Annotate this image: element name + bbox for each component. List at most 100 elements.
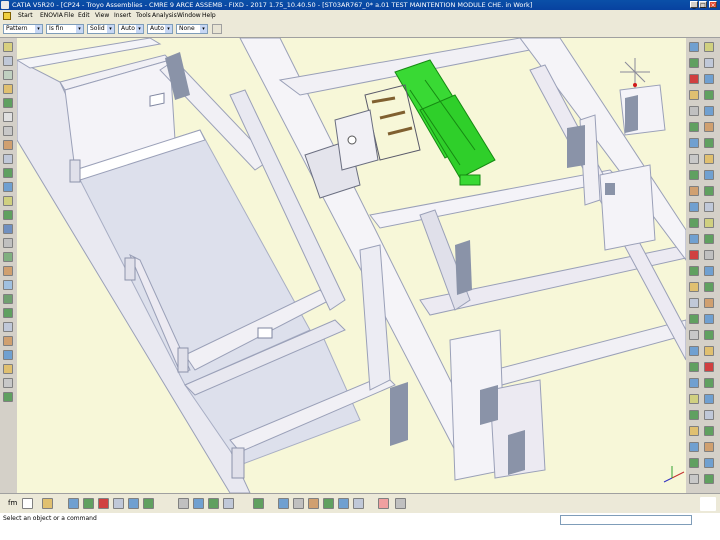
tool-icon[interactable] [3,98,13,108]
tool-icon[interactable] [704,234,714,244]
document-icon[interactable] [3,12,11,20]
close-button[interactable]: × [709,1,717,9]
tool-icon[interactable] [689,154,699,164]
tool-icon[interactable] [689,474,699,484]
tool-icon[interactable] [3,224,13,234]
tool-icon[interactable] [3,280,13,290]
format-painter-icon[interactable] [212,24,222,34]
view-icon[interactable] [278,498,289,509]
tool-icon[interactable] [704,74,714,84]
maximize-button[interactable]: □ [699,1,707,9]
tool-icon[interactable] [704,218,714,228]
tool-icon[interactable] [689,314,699,324]
tool-icon[interactable] [143,498,154,509]
menu-enovia[interactable]: ENOVIA [40,12,63,19]
tool-icon[interactable] [689,74,699,84]
catia-app-icon[interactable] [1,1,9,9]
tool-icon[interactable] [704,410,714,420]
tool-icon[interactable] [68,498,79,509]
tool-icon[interactable] [3,42,13,52]
pattern-combo[interactable]: Pattern ▾ [3,24,43,34]
pointer-icon[interactable] [22,498,33,509]
tool-icon[interactable] [704,42,714,52]
swap-space-icon[interactable] [338,498,349,509]
tool-icon[interactable] [3,308,13,318]
hide-show-icon[interactable] [323,498,334,509]
tool-icon[interactable] [704,122,714,132]
tool-icon[interactable] [689,282,699,292]
menu-insert[interactable]: Insert [114,12,131,19]
tool-icon[interactable] [689,346,699,356]
tool-icon[interactable] [704,250,714,260]
thickness-combo[interactable]: Auto ▾ [118,24,144,34]
tool-icon[interactable] [689,362,699,372]
compass-icon[interactable] [620,58,650,88]
tool-icon[interactable] [3,182,13,192]
tool-icon[interactable] [83,498,94,509]
menu-start[interactable]: Start [18,12,33,19]
tool-icon[interactable] [98,498,109,509]
tool-icon[interactable] [3,154,13,164]
tool-icon[interactable] [3,126,13,136]
tool-icon[interactable] [704,58,714,68]
tool-icon[interactable] [704,138,714,148]
tool-icon[interactable] [689,218,699,228]
tool-icon[interactable] [689,202,699,212]
tool-icon[interactable] [3,112,13,122]
tool-icon[interactable] [113,498,124,509]
fly-mode-icon[interactable] [178,498,189,509]
size-combo[interactable]: Is fin ▾ [46,24,84,34]
menu-analysis[interactable]: Analysis [152,12,177,19]
tool-icon[interactable] [689,330,699,340]
menu-help[interactable]: Help [202,12,216,19]
tool-icon[interactable] [704,154,714,164]
rotate-icon[interactable] [223,498,234,509]
tool-icon[interactable] [704,394,714,404]
tool-icon[interactable] [704,442,714,452]
tool-icon[interactable] [689,170,699,180]
tool-icon[interactable] [704,458,714,468]
menu-window[interactable]: Window [177,12,201,19]
tool-icon[interactable] [3,378,13,388]
tool-icon[interactable] [704,298,714,308]
tool-icon[interactable] [3,196,13,206]
menu-view[interactable]: View [95,12,109,19]
tool-icon[interactable] [689,234,699,244]
tool-icon[interactable] [689,122,699,132]
minimize-button[interactable]: _ [690,1,698,9]
tool-icon[interactable] [689,58,699,68]
tool-icon[interactable] [704,426,714,436]
tool-icon[interactable] [704,90,714,100]
tool-icon[interactable] [704,314,714,324]
tool-icon[interactable] [42,498,53,509]
tool-icon[interactable] [689,426,699,436]
fit-all-icon[interactable] [193,498,204,509]
tool-icon[interactable] [128,498,139,509]
tool-icon[interactable] [689,42,699,52]
pan-icon[interactable] [208,498,219,509]
tool-icon[interactable] [689,298,699,308]
tool-icon[interactable] [704,346,714,356]
tool-icon[interactable] [689,106,699,116]
command-input[interactable] [560,515,692,525]
tool-icon[interactable] [3,84,13,94]
tool-icon[interactable] [689,378,699,388]
tool-icon[interactable] [3,210,13,220]
tool-icon[interactable] [3,238,13,248]
tool-icon[interactable] [704,266,714,276]
tool-icon[interactable] [689,138,699,148]
tool-icon[interactable] [704,106,714,116]
tool-icon[interactable] [378,498,389,509]
tool-icon[interactable] [689,90,699,100]
tool-icon[interactable] [704,282,714,292]
color-combo[interactable]: Auto ▾ [147,24,173,34]
tool-icon[interactable] [3,322,13,332]
menu-edit[interactable]: Edit [78,12,90,19]
tool-icon[interactable] [3,364,13,374]
tool-icon[interactable] [704,330,714,340]
tool-icon[interactable] [689,442,699,452]
tool-icon[interactable] [704,362,714,372]
tool-icon[interactable] [3,266,13,276]
tool-icon[interactable] [689,410,699,420]
tool-icon[interactable] [353,498,364,509]
